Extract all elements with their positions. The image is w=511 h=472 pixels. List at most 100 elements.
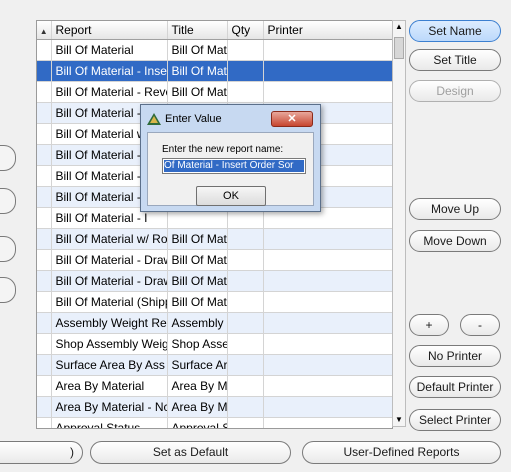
row-marker: [37, 165, 52, 187]
cell-printer: [263, 417, 392, 428]
enter-value-dialog: Enter Value ✕ Enter the new report name:…: [140, 104, 321, 212]
set-name-button[interactable]: Set Name: [409, 20, 501, 42]
table-row[interactable]: Area By Material - Nc Area By M: [37, 396, 392, 418]
table-row[interactable]: Bill Of Material - Reve Bill Of Mat: [37, 81, 392, 103]
cell-qty: [227, 417, 264, 428]
cell-title: Bill Of Matе: [167, 39, 228, 61]
dialog-body: Enter the new report name: Of Material -…: [147, 132, 314, 206]
close-icon[interactable]: ✕: [271, 111, 313, 127]
table-row[interactable]: Shop Assembly Weig Shop Asse: [37, 333, 392, 355]
move-down-button[interactable]: Move Down: [409, 230, 501, 252]
cell-report: Assembly Weight Re: [51, 312, 168, 334]
app-icon: [147, 113, 161, 125]
cell-qty: [227, 39, 264, 61]
row-marker: [37, 354, 52, 376]
cell-report: Bill Of Material w/ Ro: [51, 228, 168, 250]
cell-printer: [263, 396, 392, 418]
row-marker: [37, 186, 52, 208]
column-header-qty[interactable]: Qty: [227, 21, 264, 40]
row-marker: [37, 144, 52, 166]
cell-printer: [263, 228, 392, 250]
row-marker: [37, 249, 52, 271]
cell-qty: [227, 60, 264, 82]
cell-printer: [263, 291, 392, 313]
table-row[interactable]: Approval Status Approval S: [37, 417, 392, 428]
column-header-report[interactable]: Report: [51, 21, 168, 40]
set-as-default-button[interactable]: Set as Default: [90, 441, 291, 464]
table-row[interactable]: Bill Of Material - Draw Bill Of Mat: [37, 249, 392, 271]
column-header-title[interactable]: Title: [167, 21, 228, 40]
cell-report: Bill Of Material: [51, 39, 168, 61]
table-row[interactable]: Bill Of Material - Draw Bill Of Mat: [37, 270, 392, 292]
left-partial-bottom-button[interactable]: ): [0, 441, 83, 464]
cell-printer: [263, 312, 392, 334]
row-marker: [37, 102, 52, 124]
cell-qty: [227, 312, 264, 334]
cell-report: Approval Status: [51, 417, 168, 428]
cell-printer: [263, 375, 392, 397]
cell-printer: [263, 60, 392, 82]
add-button[interactable]: +: [409, 314, 449, 336]
cell-qty: [227, 81, 264, 103]
report-name-input-value: Of Material - Insert Order Sor: [164, 160, 304, 172]
cell-report: Bill Of Material - Reve: [51, 81, 168, 103]
row-marker: [37, 417, 52, 428]
cell-title: Assembly: [167, 312, 228, 334]
left-partial-button-4[interactable]: [0, 277, 16, 303]
cell-report: Bill Of Material - Draw: [51, 270, 168, 292]
set-title-button[interactable]: Set Title: [409, 49, 501, 71]
cell-title: Bill Of Mat: [167, 81, 228, 103]
scroll-thumb[interactable]: [394, 37, 404, 59]
design-button[interactable]: Design: [409, 80, 501, 102]
cell-qty: [227, 375, 264, 397]
cell-printer: [263, 270, 392, 292]
select-printer-button[interactable]: Select Printer: [409, 409, 501, 431]
row-marker: [37, 123, 52, 145]
cell-report: Bill Of Material - Inser: [51, 60, 168, 82]
table-row[interactable]: Assembly Weight Re Assembly: [37, 312, 392, 334]
row-marker: [37, 291, 52, 313]
table-row[interactable]: Surface Area By Ass Surface Ar: [37, 354, 392, 376]
cell-title: Approval S: [167, 417, 228, 428]
left-partial-button-2[interactable]: [0, 188, 16, 214]
cell-title: Shop Asse: [167, 333, 228, 355]
remove-button[interactable]: -: [460, 314, 500, 336]
reports-table[interactable]: ▲ Report Title Qty Printer Bill Of Mater…: [36, 20, 393, 429]
ok-button[interactable]: OK: [196, 186, 266, 206]
report-name-input[interactable]: Of Material - Insert Order Sor: [162, 158, 306, 174]
dialog-prompt: Enter the new report name:: [162, 144, 284, 155]
left-partial-button-1[interactable]: [0, 145, 16, 171]
table-row[interactable]: Bill Of Material (Shipp Bill Of Mat: [37, 291, 392, 313]
scroll-down-icon[interactable]: ▼: [393, 414, 405, 426]
default-printer-button[interactable]: Default Printer: [409, 376, 501, 398]
table-row[interactable]: Bill Of Material - Inser Bill Of Mat: [37, 60, 392, 82]
move-up-button[interactable]: Move Up: [409, 198, 501, 220]
scroll-up-icon[interactable]: ▲: [393, 21, 405, 33]
cell-report: Bill Of Material (Shipp: [51, 291, 168, 313]
row-marker: [37, 39, 52, 61]
table-row[interactable]: Bill Of Material w/ Ro Bill Of Mat: [37, 228, 392, 250]
cell-report: Surface Area By Ass: [51, 354, 168, 376]
column-header-printer[interactable]: Printer: [263, 21, 392, 40]
no-printer-button[interactable]: No Printer: [409, 345, 501, 367]
row-marker: [37, 207, 52, 229]
row-marker: [37, 312, 52, 334]
row-marker: [37, 270, 52, 292]
row-marker: [37, 81, 52, 103]
cell-printer: [263, 354, 392, 376]
cell-report: Bill Of Material - Draw: [51, 249, 168, 271]
cell-title: Bill Of Mat: [167, 249, 228, 271]
cell-title: Bill Of Mat: [167, 228, 228, 250]
cell-qty: [227, 270, 264, 292]
user-defined-reports-button[interactable]: User-Defined Reports: [302, 441, 501, 464]
left-partial-button-3[interactable]: [0, 236, 16, 262]
cell-title: Bill Of Mat: [167, 291, 228, 313]
dialog-titlebar[interactable]: Enter Value ✕: [141, 105, 320, 131]
table-scrollbar[interactable]: ▲ ▼: [392, 20, 406, 427]
cell-printer: [263, 39, 392, 61]
cell-report: Shop Assembly Weig: [51, 333, 168, 355]
sort-arrow-icon[interactable]: ▲: [37, 21, 52, 40]
table-row[interactable]: Bill Of MaterialBill Of Matе: [37, 39, 392, 61]
cell-title: Bill Of Mat: [167, 270, 228, 292]
table-row[interactable]: Area By Material Area By M: [37, 375, 392, 397]
